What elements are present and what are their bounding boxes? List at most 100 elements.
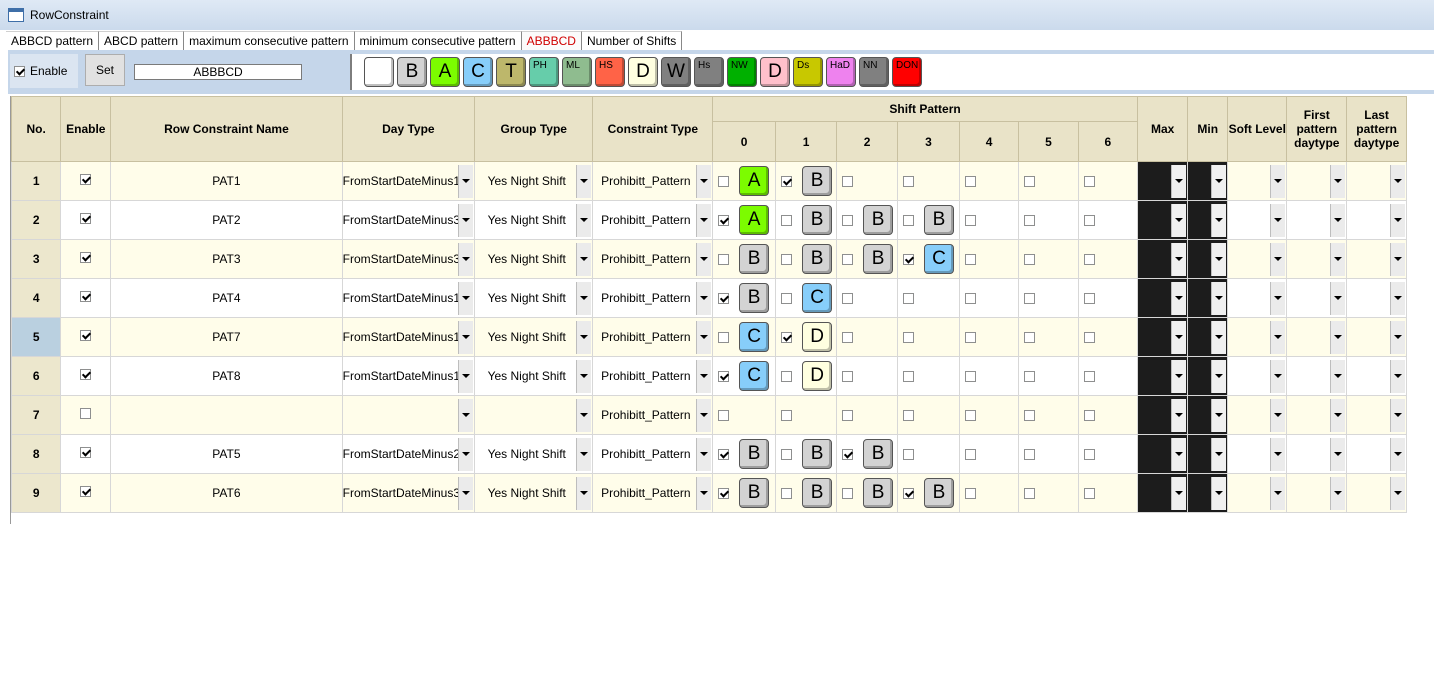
dropdown-arrow-icon[interactable] (1171, 437, 1187, 471)
dropdown-arrow-icon[interactable] (1330, 320, 1346, 354)
min-combo[interactable] (1187, 473, 1229, 513)
table-row[interactable]: 9 PAT6 FromStartDateMinus3 Yes Night Shift P… (11, 473, 1407, 513)
dropdown-arrow-icon[interactable] (696, 320, 712, 354)
shift-pattern-cell[interactable] (712, 395, 777, 435)
col-header-day-3[interactable]: 3 (897, 121, 960, 162)
last-daytype-combo[interactable] (1346, 161, 1407, 201)
first-daytype-combo[interactable] (1286, 200, 1348, 240)
shift-pattern-checkbox[interactable] (781, 175, 793, 187)
enable-checkbox[interactable] (14, 65, 25, 77)
shift-pattern-cell[interactable] (836, 278, 899, 318)
first-daytype-combo[interactable] (1286, 395, 1348, 435)
group-type-combo[interactable] (474, 395, 594, 435)
shift-pattern-cell[interactable] (1018, 434, 1079, 474)
constraint-type-combo[interactable]: Prohibitt_Pattern (592, 239, 714, 279)
row-constraint-name[interactable]: PAT6 (110, 473, 343, 513)
shift-pattern-checkbox[interactable] (903, 214, 915, 226)
last-daytype-combo[interactable] (1346, 473, 1407, 513)
shift-pattern-checkbox[interactable] (964, 214, 976, 226)
min-combo[interactable] (1187, 395, 1229, 435)
shift-pattern-checkbox[interactable] (1024, 175, 1036, 187)
dropdown-arrow-icon[interactable] (1330, 164, 1346, 198)
shift-button[interactable]: B (739, 244, 770, 274)
shift-pattern-checkbox[interactable] (718, 409, 730, 421)
shift-pattern-cell[interactable]: A (712, 161, 777, 201)
shift-pattern-cell[interactable] (1077, 161, 1138, 201)
dropdown-arrow-icon[interactable] (1171, 359, 1187, 393)
first-daytype-combo[interactable] (1286, 356, 1348, 396)
day-type-combo[interactable]: FromStartDateMinus1 (341, 356, 476, 396)
shift-button[interactable]: D (802, 361, 833, 391)
dropdown-arrow-icon[interactable] (1270, 242, 1286, 276)
dropdown-arrow-icon[interactable] (1330, 281, 1346, 315)
dropdown-arrow-icon[interactable] (1330, 242, 1346, 276)
shift-pattern-checkbox[interactable] (903, 292, 915, 304)
day-type-combo[interactable]: FromStartDateMinus1 (341, 278, 476, 318)
shift-pattern-cell[interactable]: B (836, 473, 899, 513)
first-daytype-combo[interactable] (1286, 161, 1348, 201)
shift-pattern-cell[interactable]: B (775, 200, 838, 240)
shift-button[interactable]: B (863, 244, 894, 274)
table-row[interactable]: 4 PAT4 FromStartDateMinus1 Yes Night Shift P… (11, 278, 1407, 318)
shift-button[interactable]: B (739, 283, 770, 313)
shift-button[interactable]: B (739, 478, 770, 508)
dropdown-arrow-icon[interactable] (696, 437, 712, 471)
shift-pattern-cell[interactable] (958, 473, 1020, 513)
dropdown-arrow-icon[interactable] (458, 437, 474, 471)
max-combo[interactable] (1136, 473, 1189, 513)
palette-shift-button[interactable]: A (430, 57, 460, 87)
dropdown-arrow-icon[interactable] (1211, 437, 1227, 471)
shift-button[interactable]: B (924, 205, 955, 235)
shift-button[interactable]: B (802, 244, 833, 274)
dropdown-arrow-icon[interactable] (696, 242, 712, 276)
shift-pattern-checkbox[interactable] (1024, 487, 1036, 499)
dropdown-arrow-icon[interactable] (696, 476, 712, 510)
palette-shift-button[interactable]: DON (892, 57, 922, 87)
palette-shift-button[interactable]: C (463, 57, 493, 87)
shift-pattern-checkbox[interactable] (781, 409, 793, 421)
tab-abbbcd[interactable]: ABBBCD (521, 31, 582, 50)
dropdown-arrow-icon[interactable] (1390, 203, 1405, 237)
min-combo[interactable] (1187, 239, 1229, 279)
first-daytype-combo[interactable] (1286, 278, 1348, 318)
shift-pattern-cell[interactable] (1077, 200, 1138, 240)
shift-pattern-cell[interactable]: B (712, 473, 777, 513)
shift-pattern-checkbox[interactable] (1083, 487, 1095, 499)
dropdown-arrow-icon[interactable] (576, 320, 592, 354)
row-enable-checkbox[interactable] (80, 369, 92, 380)
dropdown-arrow-icon[interactable] (696, 164, 712, 198)
row-enable-cell[interactable] (60, 239, 112, 279)
shift-button[interactable]: B (802, 439, 833, 469)
row-constraint-name[interactable] (110, 395, 343, 435)
shift-pattern-checkbox[interactable] (903, 370, 915, 382)
palette-shift-button[interactable]: Hs (694, 57, 724, 87)
dropdown-arrow-icon[interactable] (1211, 398, 1227, 432)
set-button[interactable]: Set (85, 54, 125, 86)
tab-minimum-consecutive-pattern[interactable]: minimum consecutive pattern (354, 31, 522, 50)
dropdown-arrow-icon[interactable] (696, 203, 712, 237)
first-daytype-combo[interactable] (1286, 239, 1348, 279)
shift-pattern-cell[interactable]: D (775, 356, 838, 396)
dropdown-arrow-icon[interactable] (576, 203, 592, 237)
day-type-combo[interactable]: FromStartDateMinus1 (341, 161, 476, 201)
shift-pattern-checkbox[interactable] (964, 448, 976, 460)
day-type-combo[interactable]: FromStartDateMinus2 (341, 434, 476, 474)
constraint-type-combo[interactable]: Prohibitt_Pattern (592, 161, 714, 201)
shift-pattern-cell[interactable] (1018, 356, 1079, 396)
last-daytype-combo[interactable] (1346, 356, 1407, 396)
min-combo[interactable] (1187, 434, 1229, 474)
shift-pattern-checkbox[interactable] (1083, 331, 1095, 343)
table-row[interactable]: 6 PAT8 FromStartDateMinus1 Yes Night Shift P… (11, 356, 1407, 396)
constraint-type-combo[interactable]: Prohibitt_Pattern (592, 356, 714, 396)
shift-pattern-checkbox[interactable] (718, 370, 730, 382)
shift-pattern-checkbox[interactable] (842, 214, 854, 226)
dropdown-arrow-icon[interactable] (576, 437, 592, 471)
day-type-combo[interactable]: FromStartDateMinus1 (341, 317, 476, 357)
shift-pattern-cell[interactable] (1077, 317, 1138, 357)
shift-pattern-cell[interactable] (1077, 356, 1138, 396)
col-header-group-type[interactable]: Group Type (474, 96, 594, 162)
shift-pattern-cell[interactable]: B (775, 434, 838, 474)
col-header-day-6[interactable]: 6 (1077, 121, 1138, 162)
shift-button[interactable]: C (739, 361, 770, 391)
tab-maximum-consecutive-pattern[interactable]: maximum consecutive pattern (184, 31, 355, 50)
